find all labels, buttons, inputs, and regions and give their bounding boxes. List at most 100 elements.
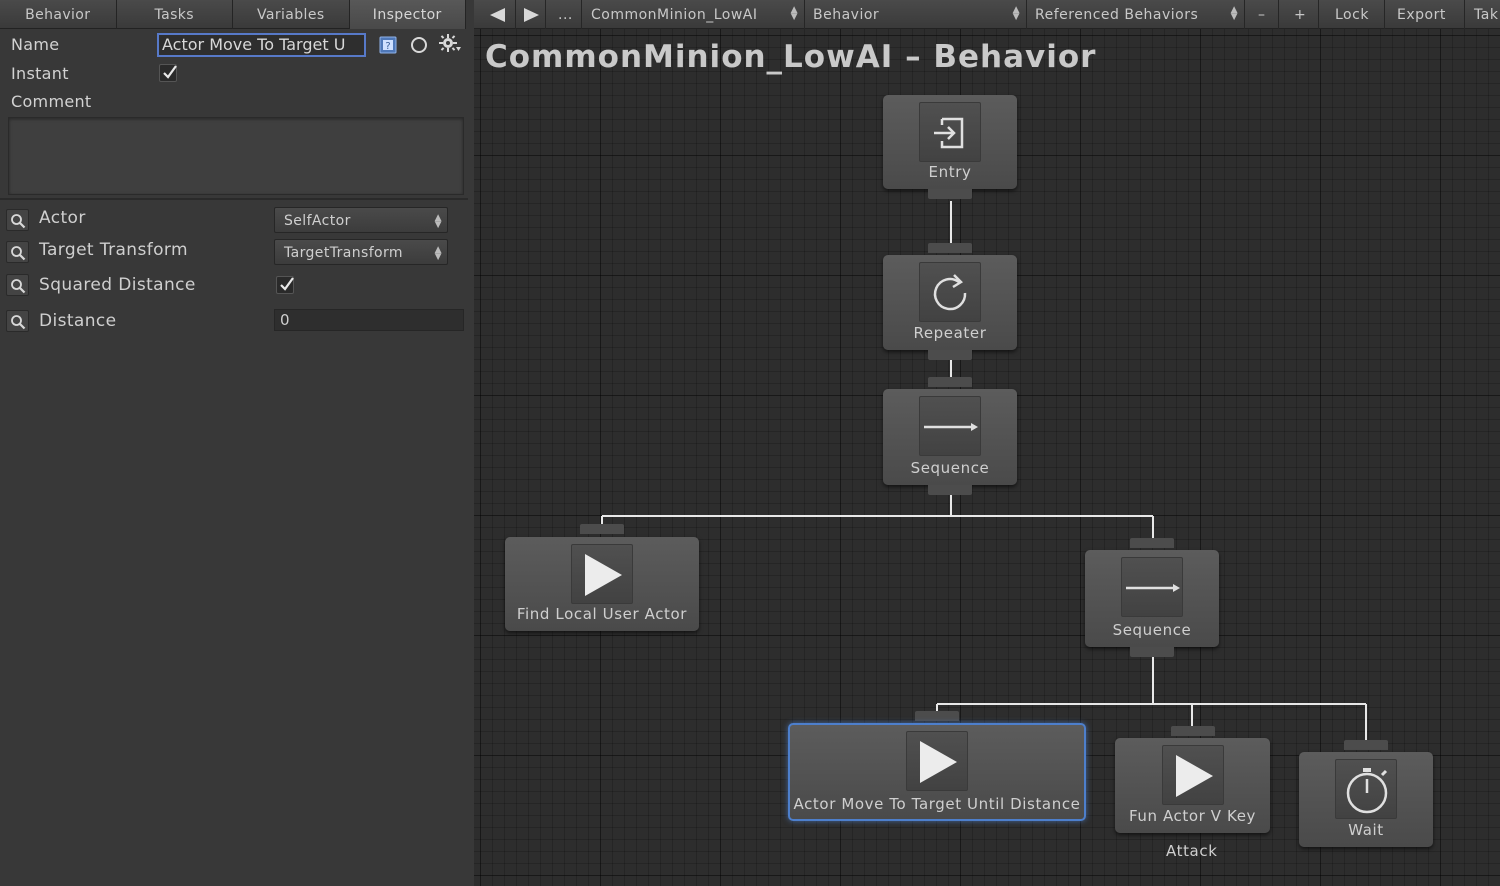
arrow-right-icon: [524, 8, 539, 22]
play-icon: [585, 554, 622, 596]
input-port[interactable]: [928, 243, 972, 253]
node-icon-box: [919, 262, 981, 322]
output-port[interactable]: [1130, 647, 1174, 657]
up-down-arrow-icon: ▲ ▼: [1230, 5, 1238, 22]
target-variable-button[interactable]: [6, 241, 29, 263]
instant-checkbox[interactable]: [159, 64, 177, 82]
behavior-source-dropdown[interactable]: CommonMinion_LowAI ▲ ▼: [583, 0, 805, 29]
node-icon-box: [1161, 745, 1224, 805]
squared-variable-button[interactable]: [6, 274, 29, 296]
output-port[interactable]: [928, 189, 972, 199]
node-label: Repeater: [913, 324, 987, 342]
tab-behavior[interactable]: Behavior: [0, 0, 117, 29]
circle-icon[interactable]: [409, 35, 429, 59]
arrow-left-icon: [490, 8, 505, 22]
target-transform-value: TargetTransform: [284, 245, 403, 261]
referenced-behaviors-value: Referenced Behaviors: [1035, 7, 1199, 23]
help-icon[interactable]: ?: [378, 35, 398, 59]
node-icon-box: [919, 396, 981, 456]
node-icon-box: [906, 731, 968, 791]
add-behavior-button[interactable]: +: [1279, 0, 1319, 29]
behavior-type-dropdown[interactable]: Behavior ▲ ▼: [805, 0, 1027, 29]
output-port[interactable]: [928, 350, 972, 360]
node-label: Entry: [928, 163, 972, 181]
svg-text:?: ?: [385, 41, 390, 52]
divider: [0, 198, 468, 200]
target-transform-label: Target Transform: [39, 240, 188, 260]
node-label: Find Local User Actor: [516, 605, 688, 623]
node-sequence[interactable]: Sequence: [883, 377, 1017, 495]
repeat-icon: [933, 274, 967, 311]
play-icon: [920, 741, 957, 783]
lock-button[interactable]: Lock: [1319, 0, 1385, 29]
distance-label: Distance: [39, 311, 117, 331]
export-button[interactable]: Export: [1385, 0, 1465, 29]
node-label: Sequence: [1112, 621, 1192, 639]
actor-dropdown[interactable]: SelfActor ▲ ▼: [274, 207, 448, 233]
forward-button[interactable]: [516, 0, 546, 29]
input-port[interactable]: [580, 524, 624, 534]
behavior-graph-canvas[interactable]: CommonMinion_LowAI – Behavior Entry Repe…: [474, 29, 1500, 886]
left-tab-bar: Behavior Tasks Variables Inspector: [0, 0, 466, 29]
node-icon-box: [1335, 759, 1397, 819]
browse-button[interactable]: ...: [550, 0, 582, 29]
up-down-arrow-icon: ▲ ▼: [790, 5, 798, 22]
actor-label: Actor: [39, 208, 86, 228]
name-label: Name: [11, 35, 60, 54]
up-down-arrow-icon: ▲ ▼: [434, 213, 442, 230]
tab-tasks[interactable]: Tasks: [117, 0, 233, 29]
connection-sequence-children: [601, 485, 1154, 539]
distance-input[interactable]: 0: [274, 309, 464, 331]
behavior-source-value: CommonMinion_LowAI: [591, 7, 758, 23]
node-label: Wait: [1348, 821, 1384, 839]
referenced-behaviors-dropdown[interactable]: Referenced Behaviors ▲ ▼: [1027, 0, 1245, 29]
gear-icon[interactable]: [438, 33, 462, 59]
enter-icon: [934, 117, 964, 149]
tab-inspector[interactable]: Inspector: [349, 0, 466, 29]
node-wait[interactable]: Wait: [1299, 740, 1433, 847]
checkmark-icon: [280, 277, 294, 291]
node-find-local-user-actor[interactable]: Find Local User Actor: [505, 524, 699, 631]
node-icon-box: [571, 544, 633, 604]
search-icon: [11, 279, 26, 294]
tab-variables[interactable]: Variables: [233, 0, 350, 29]
stopwatch-icon: [1346, 768, 1388, 814]
node-comment: Attack: [1166, 842, 1218, 860]
target-transform-dropdown[interactable]: TargetTransform ▲ ▼: [274, 239, 448, 265]
sequence-arrow-icon: [924, 423, 978, 431]
graph-toolbar: ... CommonMinion_LowAI ▲ ▼ Behavior ▲ ▼ Re…: [474, 0, 1500, 29]
remove-behavior-button[interactable]: –: [1245, 0, 1279, 29]
node-actor-move-to-target[interactable]: Actor Move To Target Until Distance: [788, 711, 1086, 821]
node-label: Fun Actor V Key: [1128, 807, 1257, 825]
node-fun-actor-v-key[interactable]: Fun Actor V Key: [1115, 726, 1270, 833]
up-down-arrow-icon: ▲ ▼: [1012, 5, 1020, 22]
comment-textarea[interactable]: [8, 117, 464, 195]
node-repeater[interactable]: Repeater: [883, 243, 1017, 360]
task-name-input[interactable]: Actor Move To Target U: [157, 33, 366, 57]
input-port[interactable]: [1170, 726, 1215, 736]
instant-label: Instant: [11, 64, 69, 83]
distance-variable-button[interactable]: [6, 310, 29, 332]
squared-distance-checkbox[interactable]: [276, 276, 294, 294]
squared-distance-label: Squared Distance: [39, 275, 196, 295]
search-icon: [11, 315, 26, 330]
take-screenshot-button[interactable]: Tak: [1465, 0, 1500, 29]
input-port[interactable]: [1344, 740, 1388, 750]
actor-value: SelfActor: [284, 213, 351, 229]
node-icon-box: [1121, 557, 1183, 617]
output-port[interactable]: [928, 485, 972, 495]
node-entry[interactable]: Entry: [883, 95, 1017, 199]
search-icon: [11, 246, 26, 261]
back-button[interactable]: [474, 0, 516, 29]
node-sequence-child[interactable]: Sequence: [1085, 538, 1219, 657]
node-label: Sequence: [910, 459, 990, 477]
input-port[interactable]: [915, 711, 959, 721]
actor-variable-button[interactable]: [6, 209, 29, 231]
behavior-type-value: Behavior: [813, 7, 880, 23]
search-icon: [11, 214, 26, 229]
input-port[interactable]: [1130, 538, 1174, 548]
input-port[interactable]: [928, 377, 972, 387]
play-icon: [1175, 755, 1213, 797]
sequence-arrow-icon: [1126, 584, 1180, 592]
node-label: Actor Move To Target Until Distance: [793, 795, 1081, 813]
